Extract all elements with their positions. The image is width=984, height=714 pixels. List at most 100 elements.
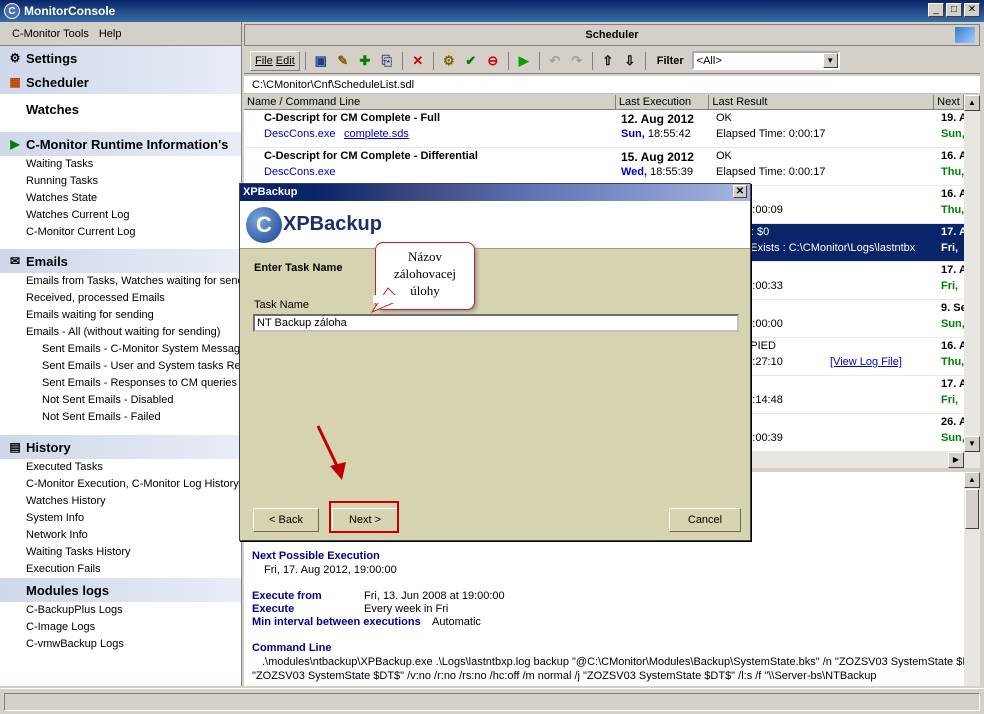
dialog-brand: XPBackup [283, 213, 382, 235]
nav-watches-state[interactable]: Watches State [0, 190, 241, 207]
delete-icon[interactable]: ✕ [408, 51, 428, 71]
nav-waiting-tasks-history[interactable]: Waiting Tasks History [0, 544, 241, 561]
scroll-down-icon[interactable]: ▼ [964, 436, 980, 452]
min-interval-label: Min interval between executions [252, 616, 421, 628]
table-row[interactable]: C-Descript for CM Complete - Differentia… [244, 148, 964, 186]
minimize-button[interactable]: _ [928, 3, 944, 17]
undo-icon[interactable]: ↶ [545, 51, 565, 71]
details-vertical-scrollbar[interactable]: ▲ [964, 472, 980, 686]
table-row[interactable]: C-Descript for CM Complete - Full DescCon… [244, 110, 964, 148]
maximize-button[interactable]: □ [946, 3, 962, 17]
nav-sent-user[interactable]: Sent Emails - User and System tasks Resu… [0, 358, 241, 375]
column-name[interactable]: Name / Command Line [244, 95, 616, 109]
menu-help[interactable]: Help [99, 28, 122, 40]
disable-stop-icon[interactable]: ⊖ [483, 51, 503, 71]
nav-image-logs[interactable]: C-Image Logs [0, 619, 241, 636]
file-edit-button[interactable]: File Edit [250, 50, 300, 71]
filter-select[interactable]: <All> ▼ [691, 51, 840, 70]
nav-cmonitor-current-log[interactable]: C-Monitor Current Log [0, 224, 241, 241]
next-execution-day: Thu, [941, 356, 964, 368]
nav-cmonitor-execution[interactable]: C-Monitor Execution, C-Monitor Log Histo… [0, 476, 241, 493]
task-name-input[interactable]: NT Backup záloha [253, 314, 739, 332]
task-exe-link[interactable]: DescCons.exe [264, 166, 336, 178]
scroll-thumb[interactable] [965, 489, 979, 529]
section-history[interactable]: ▤ History [0, 435, 241, 459]
nav-vmwbackup-logs[interactable]: C-vmwBackup Logs [0, 636, 241, 653]
section-scheduler-label: Scheduler [26, 74, 89, 90]
callout-line-2: zálohovacej [393, 266, 457, 281]
nav-waiting-tasks[interactable]: Waiting Tasks [0, 156, 241, 173]
next-button[interactable]: Next > [332, 508, 398, 532]
enable-check-icon[interactable]: ✔ [461, 51, 481, 71]
cancel-button[interactable]: Cancel [669, 508, 741, 532]
column-last-result[interactable]: Last Result [709, 95, 935, 109]
settings-icon[interactable]: ⚙ [439, 51, 459, 71]
task-exe-link[interactable]: DescCons.exe [264, 128, 336, 140]
next-execution-date: 9. Se [941, 302, 964, 314]
scroll-right-icon[interactable]: ▶ [948, 452, 964, 468]
nav-network-info[interactable]: Network Info [0, 527, 241, 544]
nav-execution-fails[interactable]: Execution Fails [0, 561, 241, 578]
navigation-panel: C-Monitor Tools Help ⚙ Settings ▦ Schedu… [0, 22, 242, 686]
task-sds-link[interactable]: complete.sds [344, 128, 409, 140]
nav-sent-responses[interactable]: Sent Emails - Responses to CM queries [0, 375, 241, 392]
next-execution-date: 17. A [941, 264, 964, 276]
dialog-heading: Enter Task Name [254, 262, 343, 274]
next-execution-day: Fri, [941, 242, 959, 254]
nav-emails-waiting-sending[interactable]: Emails waiting for sending [0, 307, 241, 324]
last-execution-date: 15. Aug 2012 [621, 150, 694, 164]
next-execution-day: Thu, [941, 166, 964, 178]
nav-emails-received[interactable]: Received, processed Emails [0, 290, 241, 307]
next-execution-day: Fri, [941, 280, 959, 292]
nav-system-info[interactable]: System Info [0, 510, 241, 527]
scroll-up-icon[interactable]: ▲ [964, 95, 980, 111]
last-result: OK [716, 112, 732, 124]
move-up-icon[interactable]: ⇧ [598, 51, 618, 71]
column-last-execution[interactable]: Last Execution [616, 95, 710, 109]
dialog-close-icon[interactable]: ✕ [733, 185, 747, 198]
add-icon[interactable]: ✚ [355, 51, 375, 71]
nav-running-tasks[interactable]: Running Tasks [0, 173, 241, 190]
app-icon: C [4, 3, 20, 19]
chevron-down-icon[interactable]: ▼ [822, 53, 838, 68]
edit-menu[interactable]: Edit [276, 55, 295, 67]
nav-watches-history[interactable]: Watches History [0, 493, 241, 510]
nav-not-sent-disabled[interactable]: Not Sent Emails - Disabled [0, 392, 241, 409]
file-menu[interactable]: File [255, 55, 273, 67]
section-watches[interactable]: Watches [0, 94, 241, 124]
nav-backupplus-logs[interactable]: C-BackupPlus Logs [0, 602, 241, 619]
next-execution-day: Fri, [941, 394, 959, 406]
view-log-file-link[interactable]: [View Log File] [830, 356, 902, 368]
back-button[interactable]: < Back [253, 508, 319, 532]
run-play-icon[interactable]: ▶ [514, 51, 534, 71]
menu-c-monitor-tools[interactable]: C-Monitor Tools [12, 28, 89, 40]
section-emails[interactable]: ✉ Emails [0, 249, 241, 273]
command-line-label: Command Line [252, 642, 332, 654]
close-button[interactable]: ✕ [964, 3, 980, 17]
nav-watches-current-log[interactable]: Watches Current Log [0, 207, 241, 224]
list-vertical-scrollbar[interactable]: ▲ ▼ [964, 95, 980, 452]
nav-sent-system[interactable]: Sent Emails - C-Monitor System Messages [0, 341, 241, 358]
section-modules-logs[interactable]: Modules logs [0, 578, 241, 602]
section-runtime[interactable]: ▶ C-Monitor Runtime Information's [0, 132, 241, 156]
nav-emails-waiting[interactable]: Emails from Tasks, Watches waiting for s… [0, 273, 241, 290]
nav-executed-tasks[interactable]: Executed Tasks [0, 459, 241, 476]
section-modules-label: Modules logs [26, 582, 110, 598]
redo-icon[interactable]: ↷ [567, 51, 587, 71]
save-icon[interactable]: ▣ [311, 51, 331, 71]
add-task-wizard-icon[interactable]: ✎ [333, 51, 353, 71]
scroll-up-icon[interactable]: ▲ [964, 472, 980, 488]
xpbackup-dialog: XPBackup ✕ C XPBackup Enter Task Name Ta… [239, 183, 751, 541]
next-possible-value: Fri, 17. Aug 2012, 19:00:00 [264, 564, 397, 576]
last-result-detail: Elapsed Time: 0:00:17 [716, 166, 826, 178]
last-execution-day: Sun, [621, 128, 645, 140]
section-settings[interactable]: ⚙ Settings [0, 46, 241, 70]
column-next[interactable]: Next [934, 95, 964, 109]
properties-icon[interactable]: ⎘ [377, 51, 397, 71]
nav-emails-all[interactable]: Emails - All (without waiting for sendin… [0, 324, 241, 341]
section-scheduler[interactable]: ▦ Scheduler [0, 70, 241, 94]
menu-bar: C-Monitor Tools Help [0, 22, 241, 46]
pane-header: Scheduler [244, 24, 980, 46]
nav-not-sent-failed[interactable]: Not Sent Emails - Failed [0, 409, 241, 426]
move-down-icon[interactable]: ⇩ [620, 51, 640, 71]
